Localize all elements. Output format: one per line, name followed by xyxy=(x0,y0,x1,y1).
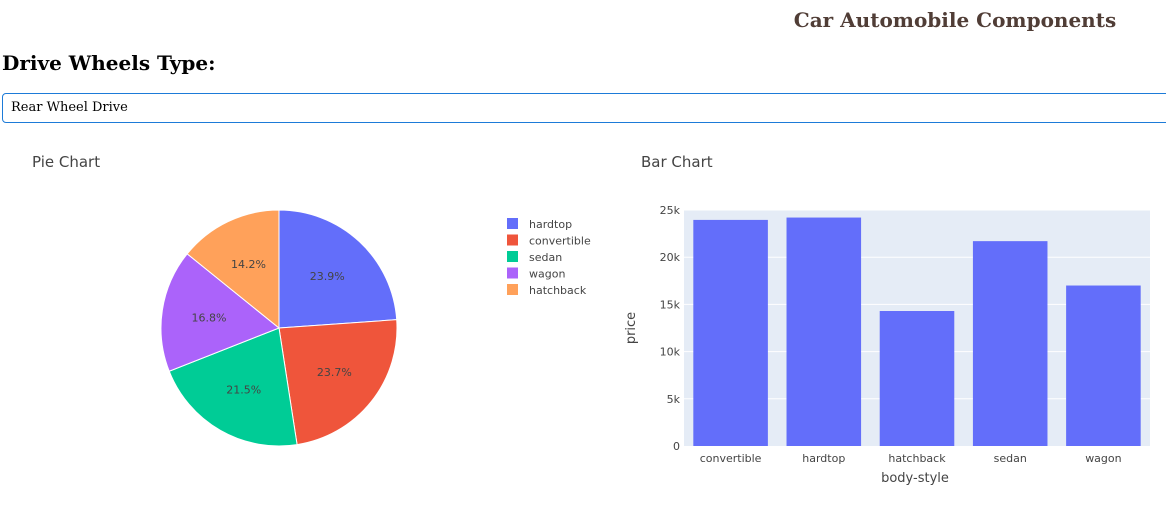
bar-x-tick-label: wagon xyxy=(1085,452,1121,465)
legend-swatch-convertible[interactable] xyxy=(507,234,518,246)
legend-item-sedan[interactable]: sedan xyxy=(529,251,562,264)
pie-slice-convertible[interactable] xyxy=(278,319,398,446)
pie-slice-label: 21.5% xyxy=(226,383,261,396)
legend-item-wagon[interactable]: wagon xyxy=(529,268,565,281)
pie-chart: Pie Chart 23.9% 23.7% 21.5% 16.8% 14.2% hard… xyxy=(32,153,591,447)
legend-swatch-sedan[interactable] xyxy=(507,251,518,262)
bar-y-tick-label: 0 xyxy=(673,440,680,453)
bar-x-axis-title: body-style xyxy=(881,471,949,486)
bar-x-tick-label: hardtop xyxy=(802,452,845,465)
drive-wheels-dropdown[interactable]: Rear Wheel Drive xyxy=(2,93,1166,123)
drive-wheels-label: Drive Wheels Type: xyxy=(2,51,216,75)
bar-hatchback[interactable] xyxy=(879,311,955,446)
legend-item-hatchback[interactable]: hatchback xyxy=(529,284,587,297)
bar-wagon[interactable] xyxy=(1066,285,1141,446)
pie-slice-label: 14.2% xyxy=(231,258,266,271)
bar-x-tick-label: hatchback xyxy=(888,452,946,465)
legend-swatch-wagon[interactable] xyxy=(507,267,518,279)
bar-y-tick-label: 25k xyxy=(660,204,681,217)
pie-slice-label: 23.9% xyxy=(310,270,345,283)
legend-item-convertible[interactable]: convertible xyxy=(529,235,591,248)
bar-y-axis-title: price xyxy=(624,312,639,344)
legend-swatch-hardtop[interactable] xyxy=(507,218,518,229)
legend-swatch-hatchback[interactable] xyxy=(507,284,518,295)
bar-hardtop[interactable] xyxy=(786,217,862,446)
legend-item-hardtop[interactable]: hardtop xyxy=(529,218,572,231)
dropdown-selected-value: Rear Wheel Drive xyxy=(11,100,128,115)
pie-chart-title: Pie Chart xyxy=(32,153,100,171)
page-title: Car Automobile Components xyxy=(793,8,1117,32)
bar-y-tick-label: 10k xyxy=(660,346,681,359)
pie-slice-hardtop[interactable] xyxy=(278,209,398,329)
bar-sedan[interactable] xyxy=(972,241,1048,446)
bar-y-tick-label: 20k xyxy=(660,251,681,264)
pie-slice-label: 16.8% xyxy=(192,311,227,324)
bar-x-tick-label: sedan xyxy=(994,452,1027,465)
pie-slice-label: 23.7% xyxy=(317,366,352,379)
bar-chart: Bar Chart 0 5k 10k 15k 20k 25k convertible har… xyxy=(624,153,1150,486)
bar-x-tick-label: convertible xyxy=(700,452,762,465)
bar-convertible[interactable] xyxy=(693,219,768,446)
bar-chart-title: Bar Chart xyxy=(641,153,713,171)
bar-y-tick-label: 15k xyxy=(660,298,681,311)
bar-y-tick-label: 5k xyxy=(667,393,681,406)
